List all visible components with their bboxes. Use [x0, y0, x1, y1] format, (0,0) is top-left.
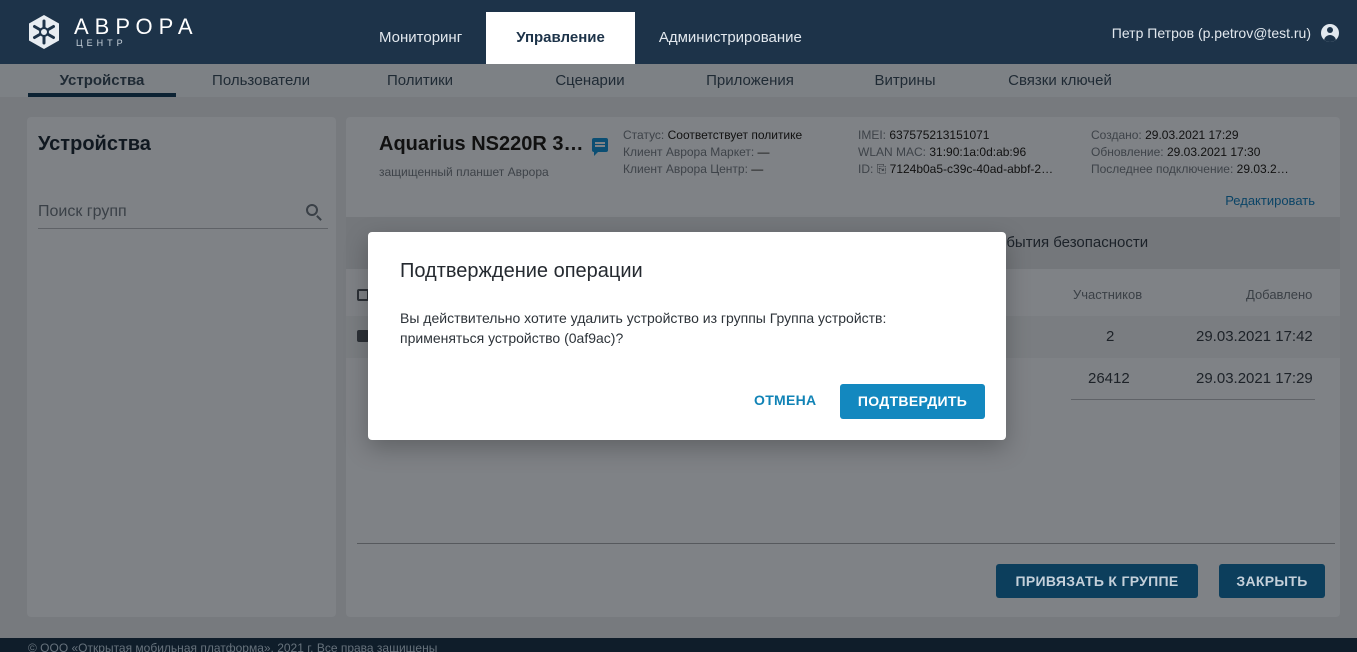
sub-nav-policies[interactable]: Политики — [360, 64, 480, 97]
market-client-key: Клиент Аврора Маркет: — [623, 145, 755, 159]
confirm-dialog: Подтверждение операции Вы действительно … — [368, 232, 1006, 440]
logo-subtitle: ЦЕНТР — [76, 38, 127, 48]
created-key: Создано: — [1091, 128, 1142, 142]
groups-panel: Устройства — [27, 117, 336, 617]
sub-navigation: Устройства Пользователи Политики Сценари… — [0, 64, 1357, 97]
market-client-value: — — [757, 145, 770, 159]
sub-nav-applications[interactable]: Приложения — [680, 64, 820, 97]
logo-name: АВРОРА — [74, 14, 199, 39]
footer-copyright: © ООО «Открытая мобильная платформа», 20… — [28, 641, 438, 652]
row-members: 2 — [1106, 328, 1115, 345]
wlan-value: 31:90:1a:0d:ab:96 — [929, 145, 1027, 159]
updated-key: Обновление: — [1091, 145, 1164, 159]
top-nav-administration[interactable]: Администрирование — [635, 12, 826, 64]
attach-to-group-button[interactable]: ПРИВЯЗАТЬ К ГРУППЕ — [996, 564, 1198, 598]
row-members: 26412 — [1088, 370, 1130, 387]
user-avatar-icon[interactable] — [1321, 24, 1339, 42]
id-key: ID: — [858, 162, 874, 176]
device-title: Aquarius NS220R 3… — [379, 133, 608, 156]
status-value: Соответствует политике — [667, 128, 803, 142]
id-value: 7124b0a5-c39c-40ad-abbf-2… — [889, 162, 1054, 176]
close-button[interactable]: ЗАКРЫТЬ — [1219, 564, 1325, 598]
sub-nav-users[interactable]: Пользователи — [196, 64, 326, 97]
wlan-key: WLAN MAC: — [858, 145, 927, 159]
footer: © ООО «Открытая мобильная платформа», 20… — [0, 638, 1357, 652]
logo[interactable]: АВРОРА ЦЕНТР — [26, 14, 206, 50]
center-client-value: — — [751, 162, 764, 176]
row-added: 29.03.2021 17:42 — [1196, 328, 1313, 345]
device-status-block: Статус: Соответствует политике Клиент Ав… — [623, 127, 802, 178]
created-value: 29.03.2021 17:29 — [1145, 128, 1239, 142]
last-connection-value: 29.03.2… — [1236, 162, 1289, 176]
imei-key: IMEI: — [858, 128, 887, 142]
device-ids-block: IMEI: 637575213151071 WLAN MAC: 31:90:1a… — [858, 127, 1053, 178]
device-dates-block: Создано: 29.03.2021 17:29 Обновление: 29… — [1091, 127, 1289, 178]
device-title-text: Aquarius NS220R 3… — [379, 133, 584, 155]
column-added[interactable]: Добавлено — [1246, 287, 1312, 302]
top-nav-monitoring[interactable]: Мониторинг — [355, 12, 486, 64]
imei-value: 637575213151071 — [889, 128, 990, 142]
device-subtitle: защищенный планшет Аврора — [379, 165, 549, 179]
panel-divider — [357, 543, 1335, 544]
top-navigation: Мониторинг Управление Администрирование — [355, 12, 826, 64]
sub-nav-keychains[interactable]: Связки ключей — [990, 64, 1130, 97]
top-nav-management[interactable]: Управление — [486, 12, 635, 64]
top-bar: АВРОРА ЦЕНТР Мониторинг Управление Админ… — [0, 0, 1357, 64]
chat-icon[interactable] — [591, 137, 608, 156]
row-added: 29.03.2021 17:29 — [1196, 370, 1313, 387]
center-client-key: Клиент Аврора Центр: — [623, 162, 748, 176]
sub-nav-showcases[interactable]: Витрины — [845, 64, 965, 97]
sub-nav-scenarios[interactable]: Сценарии — [530, 64, 650, 97]
group-search-input[interactable] — [38, 201, 288, 223]
logo-mark-icon — [29, 15, 59, 49]
confirm-button[interactable]: ПОДТВЕРДИТЬ — [840, 384, 985, 419]
column-members[interactable]: Участников — [1073, 287, 1142, 302]
last-connection-key: Последнее подключение: — [1091, 162, 1234, 176]
copy-icon[interactable]: ⎘ — [877, 162, 887, 176]
dialog-message: Вы действительно хотите удалить устройст… — [400, 310, 887, 346]
user-menu[interactable]: Петр Петров (p.petrov@test.ru) — [1112, 24, 1339, 42]
row-divider — [1071, 399, 1315, 400]
groups-panel-title: Устройства — [38, 133, 151, 155]
group-search — [38, 201, 328, 229]
tab-security-events[interactable]: обытия безопасности — [998, 217, 1148, 269]
search-icon[interactable] — [306, 204, 318, 216]
active-tab-indicator — [28, 93, 176, 97]
status-key: Статус: — [623, 128, 665, 142]
edit-link[interactable]: Редактировать — [1225, 193, 1315, 208]
dialog-title: Подтверждение операции — [400, 260, 643, 282]
updated-value: 29.03.2021 17:30 — [1166, 145, 1261, 159]
user-name: Петр Петров (p.petrov@test.ru) — [1111, 25, 1311, 41]
cancel-button[interactable]: ОТМЕНА — [754, 392, 816, 408]
